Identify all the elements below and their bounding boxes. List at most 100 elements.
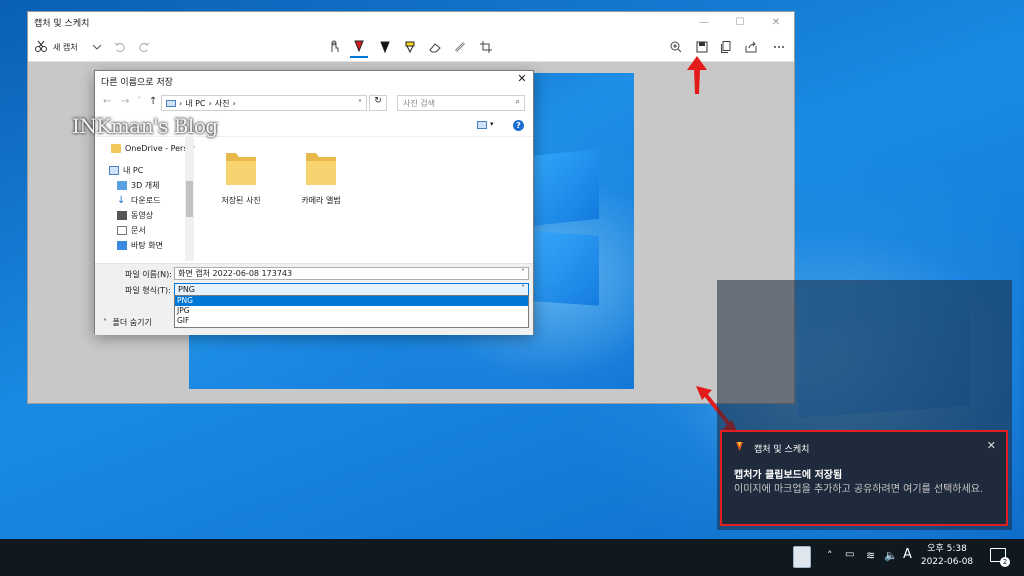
volume-icon[interactable]: 🔈 [884, 549, 898, 562]
notification-toast[interactable]: 캡처 및 스케치 ✕ 캡처가 클립보드에 저장됨 이미지에 마크업을 추가하고 … [720, 430, 1008, 526]
touch-writing-icon[interactable] [326, 38, 342, 56]
file-type-value: PNG [178, 285, 196, 294]
notification-close-button[interactable]: ✕ [987, 439, 996, 452]
dialog-title: 다른 이름으로 저장 [101, 78, 173, 88]
copy-icon[interactable] [718, 38, 734, 56]
snip-icon [35, 40, 47, 52]
video-icon [117, 210, 127, 220]
chevron-down-icon[interactable]: ˅ [521, 268, 525, 277]
folder-item[interactable]: 저장된 사진 [213, 147, 269, 206]
taskbar-clock[interactable]: 오후 5:38 2022-06-08 [917, 543, 977, 569]
sidebar-item-label: 문서 [131, 225, 146, 235]
redo-icon[interactable] [136, 38, 152, 56]
dialog-close-button[interactable]: ✕ [515, 72, 529, 86]
highlighter-icon[interactable] [402, 38, 418, 56]
desktop-icon [117, 240, 127, 250]
search-input[interactable]: 사진 검색 ⌕ [397, 95, 525, 111]
ballpoint-pen-icon[interactable] [350, 36, 368, 58]
recent-chevron-icon[interactable]: ˅ [137, 96, 141, 105]
file-type-label: 파일 형식(T): [125, 286, 171, 295]
folder-item[interactable]: 카메라 앨범 [293, 147, 349, 206]
save-as-dialog: 다른 이름으로 저장 ✕ ← → ˅ ↑ › 내 PC › 사진 › ˅ ↻ 사… [94, 70, 534, 335]
folder-icon [224, 147, 258, 187]
notification-count-badge: 2 [1000, 557, 1010, 567]
address-root[interactable]: 내 PC [185, 98, 205, 109]
chevron-down-icon[interactable]: ˅ [521, 284, 525, 293]
address-sep-icon: › [208, 98, 212, 108]
minimize-button[interactable]: — [686, 12, 722, 32]
navigation-scrollbar[interactable] [185, 137, 194, 261]
file-type-option[interactable]: GIF [175, 316, 528, 326]
undo-icon[interactable] [112, 38, 128, 56]
file-type-options: PNG JPG GIF [174, 295, 529, 328]
sidebar-item-videos[interactable]: 동영상 [117, 208, 153, 222]
chevron-up-icon: ˄ [103, 318, 107, 327]
download-icon: ↓ [117, 194, 126, 206]
pencil-icon[interactable] [377, 38, 393, 56]
search-placeholder: 사진 검색 [403, 98, 435, 108]
view-options-icon[interactable] [477, 121, 487, 129]
snip-window-title: 캡처 및 스케치 [34, 18, 90, 29]
file-type-option[interactable]: JPG [175, 306, 528, 316]
recycle-bin-icon[interactable] [793, 546, 811, 568]
pc-icon [109, 165, 119, 175]
hide-folders-button[interactable]: ˄ 폴더 숨기기 [103, 317, 152, 328]
folder-label: 저장된 사진 [221, 196, 261, 205]
dialog-nav-row: ← → ˅ ↑ › 내 PC › 사진 › ˅ ↻ 사진 검색 ⌕ [95, 93, 533, 113]
blog-watermark: INKman's Blog [72, 114, 218, 138]
sidebar-item-label: 3D 개체 [131, 180, 160, 190]
sidebar-item-label: 동영상 [131, 210, 154, 220]
file-name-value: 화면 캡처 2022-06-08 173743 [178, 269, 293, 278]
notification-app-name: 캡처 및 스케치 [754, 445, 810, 455]
notification-heading: 캡처가 클립보드에 저장됨 [734, 470, 843, 481]
view-chevron-icon[interactable]: ▾ [490, 120, 494, 128]
help-icon[interactable]: ? [513, 120, 524, 131]
document-icon [117, 225, 127, 235]
network-icon[interactable]: ≋ [866, 549, 875, 562]
more-options-icon[interactable] [770, 38, 788, 56]
address-folder[interactable]: 사진 [215, 98, 230, 109]
up-icon[interactable]: ↑ [149, 96, 157, 107]
address-sep-icon: › [179, 98, 183, 108]
battery-icon[interactable]: ▭ [845, 549, 854, 560]
sidebar-item-3d-objects[interactable]: 3D 개체 [117, 178, 160, 192]
cloud-icon [111, 143, 121, 153]
sidebar-item-label: 내 PC [123, 165, 144, 175]
folder-label: 카메라 앨범 [301, 196, 341, 205]
new-capture-button[interactable]: 새 캡처 [34, 38, 90, 56]
address-sep-icon: › [232, 98, 236, 108]
file-name-label: 파일 이름(N): [125, 270, 172, 279]
file-type-option[interactable]: PNG [175, 296, 528, 306]
sidebar-item-label: 다운로드 [131, 195, 161, 205]
sidebar-item-desktop[interactable]: 바탕 화면 [117, 238, 163, 252]
address-bar[interactable]: › 내 PC › 사진 › ˅ [161, 95, 367, 111]
show-hidden-icons-icon[interactable]: ˄ [827, 549, 833, 562]
share-icon[interactable] [743, 38, 759, 56]
close-button[interactable]: ✕ [758, 12, 794, 32]
refresh-icon[interactable]: ↻ [369, 95, 387, 111]
folder-icon [304, 147, 338, 187]
file-name-field[interactable]: 화면 캡처 2022-06-08 173743 ˅ [174, 267, 529, 280]
sidebar-item-label: 바탕 화면 [131, 240, 163, 250]
eraser-icon[interactable] [427, 38, 443, 56]
navigation-pane: OneDrive - Person 내 PC 3D 개체 ↓ 다운로드 동영상 … [95, 137, 195, 261]
zoom-icon[interactable] [668, 38, 684, 56]
maximize-button[interactable]: ☐ [722, 12, 758, 32]
sidebar-item-documents[interactable]: 문서 [117, 223, 146, 237]
notification-body: 이미지에 마크업을 추가하고 공유하려면 여기를 선택하세요. [734, 484, 984, 495]
crop-icon[interactable] [478, 38, 494, 56]
sidebar-item-this-pc[interactable]: 내 PC [109, 163, 143, 177]
sidebar-item-onedrive[interactable]: OneDrive - Person [111, 141, 195, 155]
ruler-icon[interactable] [452, 38, 468, 56]
chevron-down-icon[interactable] [90, 38, 104, 56]
cube-icon [117, 180, 127, 190]
new-capture-label: 새 캡처 [53, 42, 78, 52]
snip-app-icon [736, 442, 743, 451]
clock-time: 오후 5:38 [927, 544, 967, 554]
address-dropdown-icon[interactable]: ˅ [358, 99, 362, 108]
snip-toolbar: 새 캡처 [28, 32, 794, 62]
back-icon[interactable]: ← [103, 96, 111, 107]
sidebar-item-downloads[interactable]: ↓ 다운로드 [117, 193, 160, 207]
forward-icon[interactable]: → [121, 96, 129, 107]
ime-indicator[interactable]: A [903, 547, 912, 562]
